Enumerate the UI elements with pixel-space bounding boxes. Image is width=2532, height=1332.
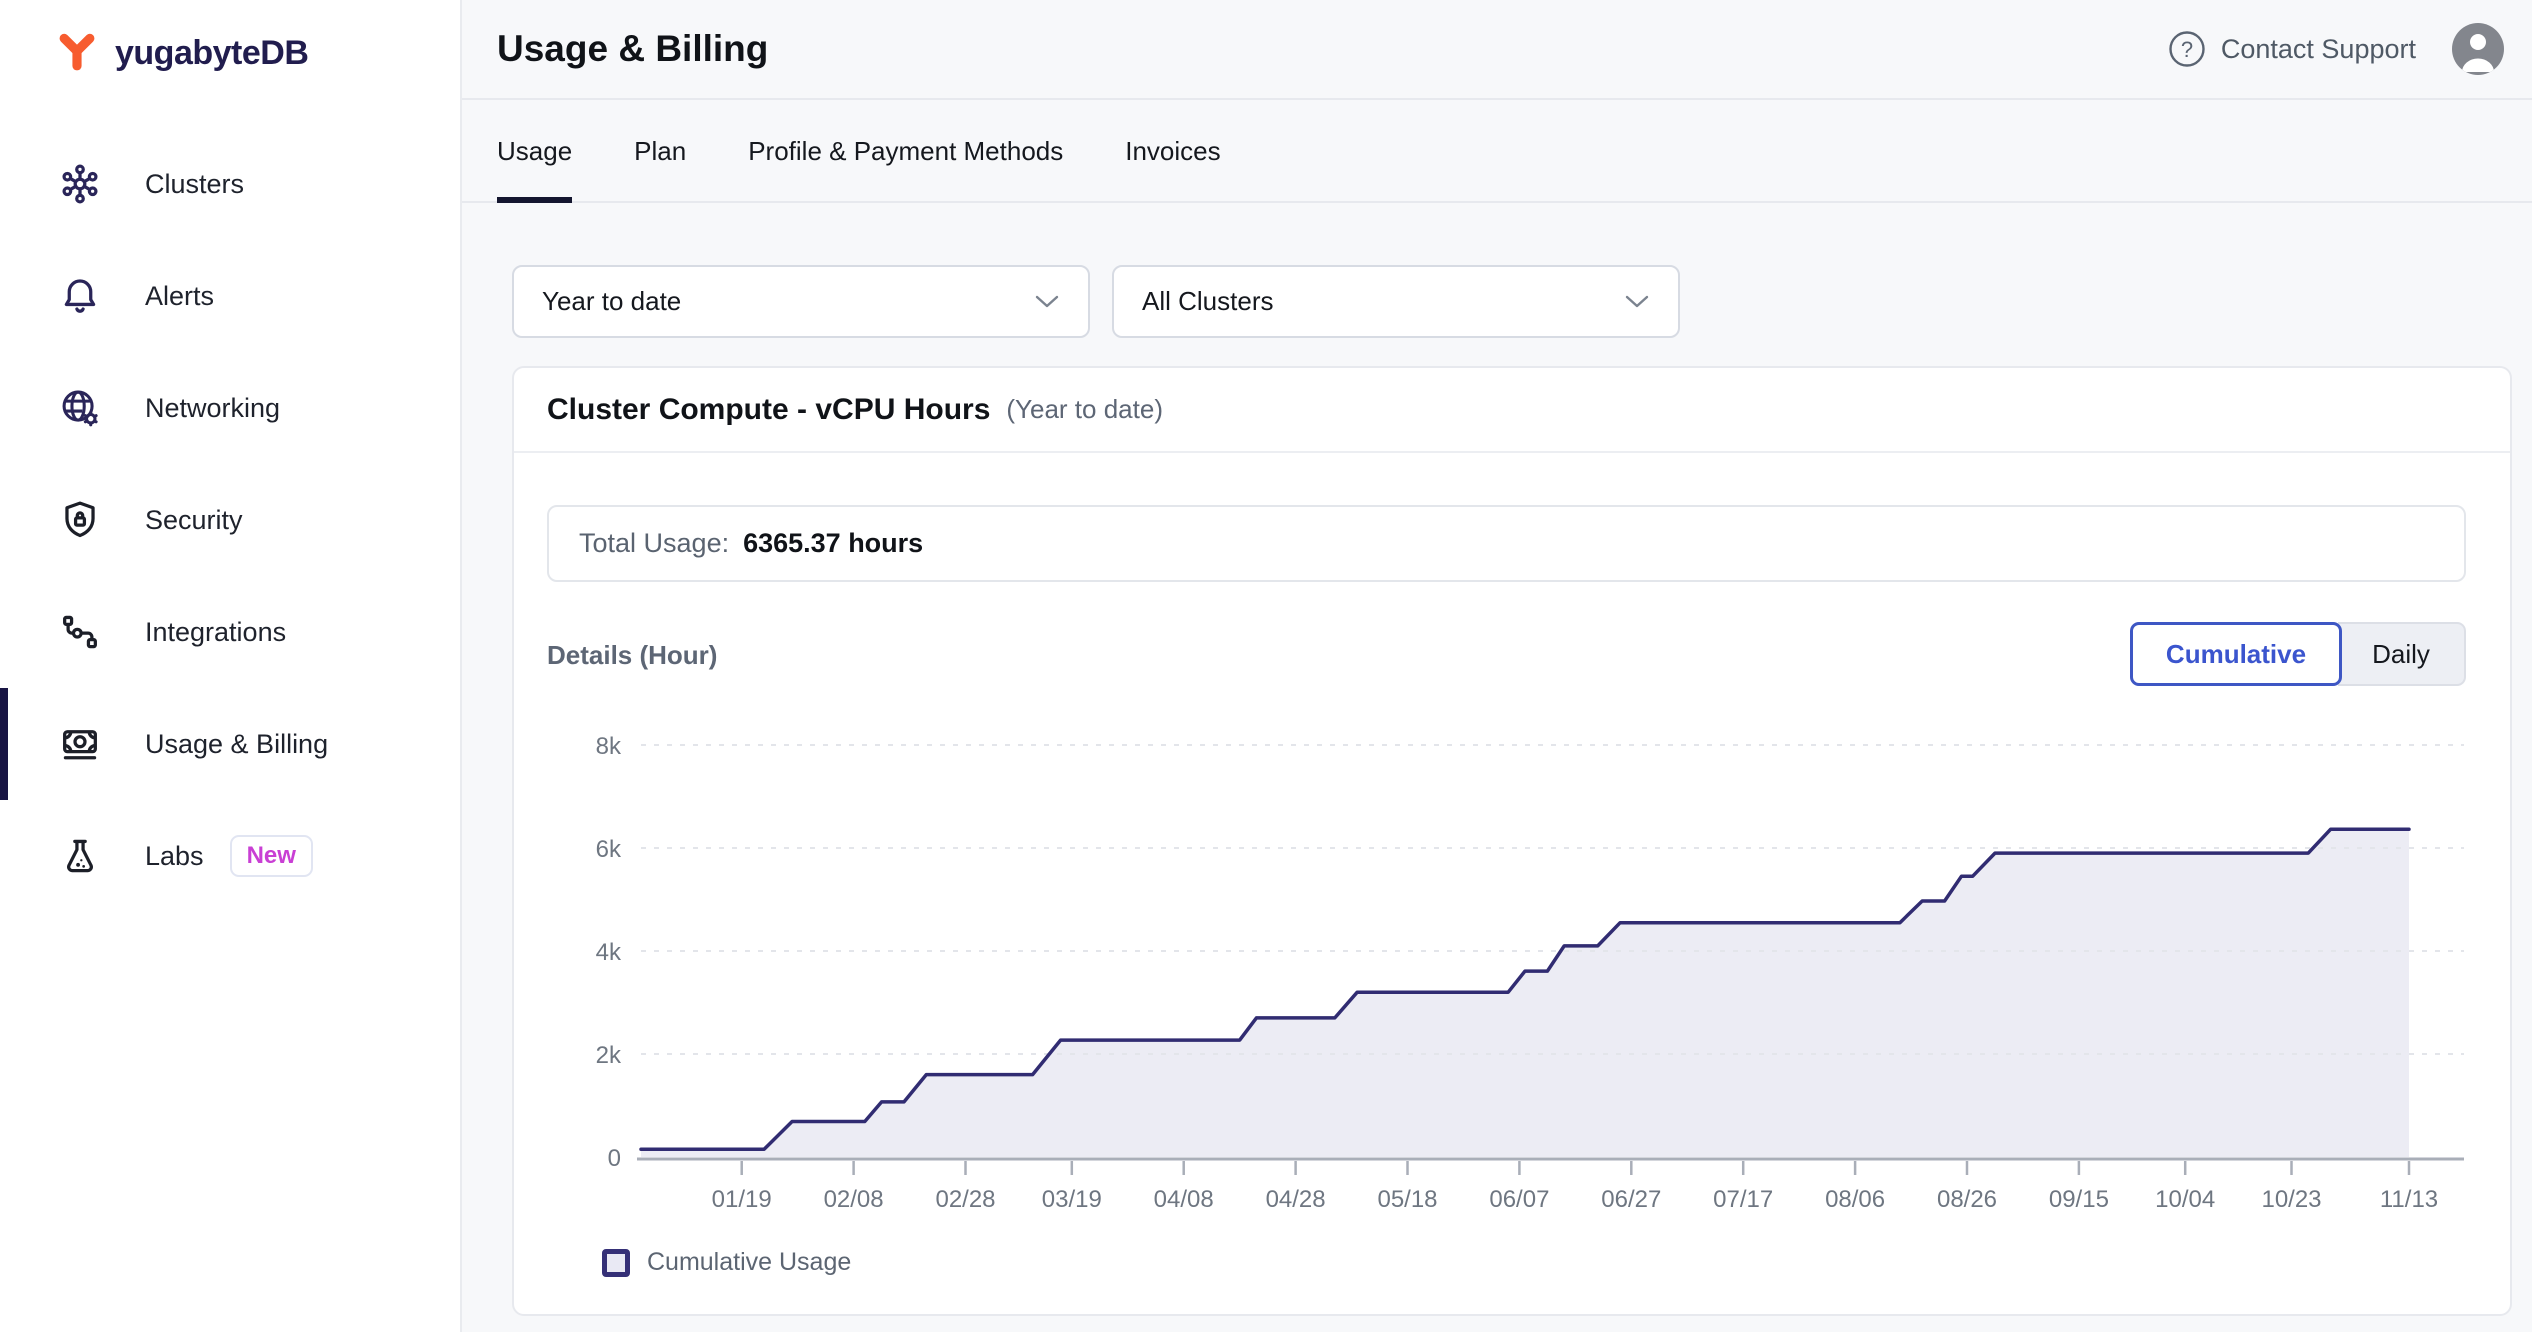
svg-text:08/26: 08/26 — [1937, 1186, 1997, 1213]
cluster-select-value: All Clusters — [1142, 286, 1273, 317]
svg-text:02/08: 02/08 — [824, 1186, 884, 1213]
flask-icon — [57, 833, 103, 879]
topbar: Usage & Billing ? Contact Support — [462, 0, 2532, 100]
period-select-value: Year to date — [542, 286, 681, 317]
sidebar-item-security[interactable]: Security — [0, 464, 460, 576]
globe-gear-icon — [57, 385, 103, 431]
chevron-down-icon — [1624, 294, 1650, 310]
svg-text:05/18: 05/18 — [1377, 1186, 1437, 1213]
svg-text:4k: 4k — [596, 939, 622, 966]
person-icon — [2452, 23, 2504, 75]
sidebar-nav: Clusters Alerts — [0, 128, 460, 912]
usage-card-title: Cluster Compute - vCPU Hours — [547, 393, 990, 427]
svg-text:07/17: 07/17 — [1713, 1186, 1773, 1213]
tabs: Usage Plan Profile & Payment Methods Inv… — [462, 100, 2532, 203]
svg-text:?: ? — [2181, 37, 2193, 62]
svg-text:04/08: 04/08 — [1154, 1186, 1214, 1213]
svg-text:01/19: 01/19 — [712, 1186, 772, 1213]
svg-text:04/28: 04/28 — [1266, 1186, 1326, 1213]
sidebar-item-label: Clusters — [145, 169, 244, 200]
brand-name: yugabyteDB — [115, 34, 308, 73]
svg-text:08/06: 08/06 — [1825, 1186, 1885, 1213]
clusters-icon — [57, 161, 103, 207]
sidebar-item-usage-billing[interactable]: Usage & Billing — [0, 688, 460, 800]
tab-usage[interactable]: Usage — [497, 136, 572, 203]
usage-chart[interactable]: 0 2k 4k 6k 8k 01/19 02/08 02/28 03/19 04/08 04/28 0… — [564, 705, 2484, 1235]
sidebar-item-label: Integrations — [145, 617, 286, 648]
sidebar-item-label: Alerts — [145, 281, 214, 312]
svg-text:09/15: 09/15 — [2049, 1186, 2109, 1213]
svg-text:2k: 2k — [596, 1042, 622, 1069]
usage-card-header: Cluster Compute - vCPU Hours (Year to da… — [514, 368, 2510, 453]
sidebar: yugabyteDB Clusters — [0, 0, 462, 1332]
help-icon: ? — [2167, 29, 2207, 69]
contact-support-label: Contact Support — [2221, 34, 2416, 65]
total-usage-label: Total Usage: — [579, 528, 729, 559]
new-badge: New — [230, 835, 313, 877]
brand-logo[interactable]: yugabyteDB — [0, 28, 460, 78]
active-indicator — [0, 688, 8, 800]
page-title: Usage & Billing — [497, 28, 768, 70]
sidebar-item-labs[interactable]: Labs New — [0, 800, 460, 912]
chevron-down-icon — [1034, 294, 1060, 310]
tab-invoices[interactable]: Invoices — [1125, 136, 1220, 201]
filters-row: Year to date All Clusters — [512, 265, 2532, 338]
daily-toggle-button[interactable]: Daily — [2338, 622, 2466, 686]
legend-label: Cumulative Usage — [647, 1248, 851, 1277]
svg-text:06/27: 06/27 — [1601, 1186, 1661, 1213]
bell-icon — [57, 273, 103, 319]
sidebar-item-label: Networking — [145, 393, 280, 424]
sidebar-item-alerts[interactable]: Alerts — [0, 240, 460, 352]
banknote-icon — [57, 721, 103, 767]
tab-plan[interactable]: Plan — [634, 136, 686, 201]
svg-text:0: 0 — [608, 1145, 621, 1172]
sidebar-item-networking[interactable]: Networking — [0, 352, 460, 464]
sidebar-item-clusters[interactable]: Clusters — [0, 128, 460, 240]
user-avatar[interactable] — [2452, 23, 2504, 75]
details-label: Details (Hour) — [547, 640, 717, 671]
svg-text:03/19: 03/19 — [1042, 1186, 1102, 1213]
main-content: Usage & Billing ? Contact Support — [462, 0, 2532, 1332]
sidebar-item-label: Labs — [145, 841, 204, 872]
svg-text:8k: 8k — [596, 733, 622, 760]
legend-cumulative-usage[interactable]: Cumulative Usage — [602, 1248, 851, 1277]
usage-card: Cluster Compute - vCPU Hours (Year to da… — [512, 366, 2512, 1316]
usage-card-subtitle: (Year to date) — [1006, 394, 1163, 425]
legend-swatch-icon — [602, 1249, 630, 1277]
view-toggle: Cumulative Daily — [2130, 622, 2466, 686]
svg-text:11/13: 11/13 — [2380, 1186, 2438, 1213]
period-select[interactable]: Year to date — [512, 265, 1090, 338]
yugabyte-mark-icon — [55, 31, 99, 75]
cluster-select[interactable]: All Clusters — [1112, 265, 1680, 338]
svg-text:06/07: 06/07 — [1489, 1186, 1549, 1213]
cumulative-toggle-button[interactable]: Cumulative — [2130, 622, 2342, 686]
tab-profile-payment-methods[interactable]: Profile & Payment Methods — [748, 136, 1063, 201]
svg-text:6k: 6k — [596, 836, 622, 863]
contact-support-button[interactable]: ? Contact Support — [2167, 29, 2416, 69]
integrations-icon — [57, 609, 103, 655]
shield-lock-icon — [57, 497, 103, 543]
svg-text:02/28: 02/28 — [935, 1186, 995, 1213]
svg-text:10/04: 10/04 — [2155, 1186, 2215, 1213]
sidebar-item-integrations[interactable]: Integrations — [0, 576, 460, 688]
sidebar-item-label: Security — [145, 505, 243, 536]
total-usage-value: 6365.37 hours — [743, 528, 923, 559]
total-usage-box: Total Usage: 6365.37 hours — [547, 505, 2466, 582]
sidebar-item-label: Usage & Billing — [145, 729, 328, 760]
svg-text:10/23: 10/23 — [2261, 1186, 2321, 1213]
